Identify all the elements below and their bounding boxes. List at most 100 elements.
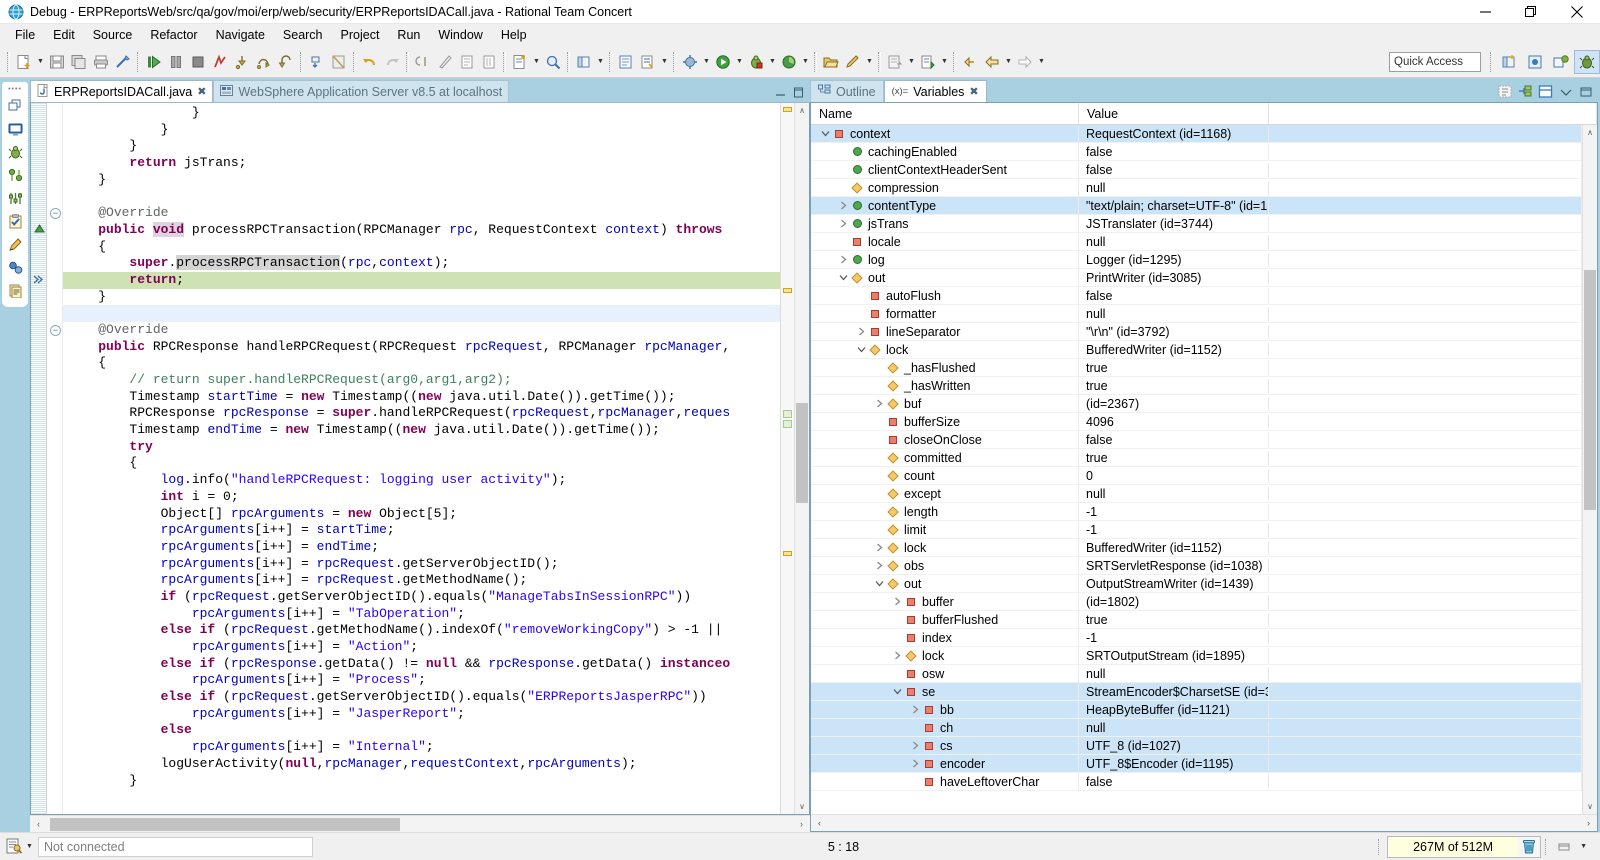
dropdown-arrow-icon[interactable]: ▼ — [939, 51, 950, 73]
java-source-editor[interactable]: −− } } } return jsTrans; } @Override pub… — [30, 102, 810, 815]
code-line[interactable]: Timestamp endTime = new Timestamp((new j… — [63, 422, 780, 439]
scroll-left-icon[interactable]: ‹ — [811, 818, 828, 828]
dropdown-arrow-icon[interactable]: ▼ — [531, 51, 542, 73]
variable-name-cell[interactable]: bufferFlushed — [811, 611, 1079, 629]
overview-warning-marker[interactable] — [783, 107, 792, 112]
code-line[interactable]: rpcArguments[i++] = "Action"; — [63, 639, 780, 656]
variable-value-cell[interactable]: null — [1079, 307, 1269, 321]
variable-value-cell[interactable]: false — [1079, 433, 1269, 447]
variable-row[interactable]: index-1 — [811, 629, 1582, 647]
perspective-debug[interactable] — [1574, 50, 1600, 74]
code-line[interactable]: Object[] rpcArguments = new Object[5]; — [63, 506, 780, 523]
chevron-down-icon[interactable]: ▼ — [24, 843, 38, 850]
dropdown-arrow-icon[interactable]: ▼ — [659, 51, 670, 73]
toggle-whitespace-icon[interactable] — [478, 51, 500, 73]
perspective-work-items[interactable] — [1522, 50, 1548, 74]
toolbar-group-grip[interactable] — [953, 52, 956, 72]
code-line[interactable]: else — [63, 722, 780, 739]
variable-name-cell[interactable]: autoFlush — [811, 287, 1079, 305]
variable-name-cell[interactable]: obs — [811, 557, 1079, 575]
toolbar-group-grip[interactable] — [7, 52, 10, 72]
open-perspective-button[interactable] — [1496, 50, 1522, 74]
variable-name-cell[interactable]: clientContextHeaderSent — [811, 161, 1079, 179]
variable-row[interactable]: limit-1 — [811, 521, 1582, 539]
code-line[interactable]: RPCResponse rpcResponse = super.handleRP… — [63, 405, 780, 422]
variable-row[interactable]: committedtrue — [811, 449, 1582, 467]
code-line[interactable]: @Override — [63, 322, 780, 339]
step-into-icon[interactable] — [231, 51, 253, 73]
code-line[interactable]: Timestamp startTime = new Timestamp((new… — [63, 389, 780, 406]
variable-row[interactable]: haveLeftoverCharfalse — [811, 773, 1582, 791]
variable-row[interactable]: closeOnClosefalse — [811, 431, 1582, 449]
variables-row-container[interactable]: contextRequestContext (id=1168)cachingEn… — [811, 125, 1582, 814]
variable-value-cell[interactable]: 4096 — [1079, 415, 1269, 429]
variable-name-cell[interactable]: _hasWritten — [811, 377, 1079, 395]
variable-row[interactable]: localenull — [811, 233, 1582, 251]
chevron-down-icon-2[interactable]: ▼ — [1578, 843, 1592, 850]
scroll-right-icon[interactable]: › — [1580, 818, 1597, 828]
variable-row[interactable]: autoFlushfalse — [811, 287, 1582, 305]
toolbar-group-grip[interactable] — [673, 52, 676, 72]
fastview-expressions-icon[interactable] — [5, 257, 25, 277]
open-folder-icon[interactable] — [820, 51, 842, 73]
code-line[interactable]: rpcArguments[i++] = "Internal"; — [63, 739, 780, 756]
variable-name-cell[interactable]: bb — [811, 701, 1079, 719]
perspective-java-ee[interactable] — [1548, 50, 1574, 74]
menu-search[interactable]: Search — [274, 26, 332, 44]
variable-name-cell[interactable]: buf — [811, 395, 1079, 413]
fastview-markers-icon[interactable] — [5, 234, 25, 254]
variable-name-cell[interactable]: formatter — [811, 305, 1079, 323]
editor-folding-gutter[interactable]: −− — [47, 103, 63, 814]
menu-window[interactable]: Window — [429, 26, 491, 44]
heap-usage-bar[interactable]: 267M of 512M — [1388, 837, 1518, 857]
suspend-icon[interactable] — [165, 51, 187, 73]
variable-value-cell[interactable]: null — [1079, 235, 1269, 249]
variable-name-cell[interactable]: haveLeftoverChar — [811, 773, 1079, 791]
vscroll-thumb[interactable] — [1584, 270, 1596, 510]
minimize-button[interactable] — [1462, 0, 1508, 24]
variable-row[interactable]: encoderUTF_8$Encoder (id=1195) — [811, 755, 1582, 773]
save-icon[interactable] — [46, 51, 68, 73]
variable-name-cell[interactable]: lineSeparator — [811, 323, 1079, 341]
variable-name-cell[interactable]: compression — [811, 179, 1079, 197]
dropdown-arrow-icon[interactable]: ▼ — [701, 51, 712, 73]
variable-row[interactable]: _hasWrittentrue — [811, 377, 1582, 395]
code-line[interactable]: rpcArguments[i++] = "Process"; — [63, 672, 780, 689]
menu-file[interactable]: File — [6, 26, 44, 44]
fastview-tasks-icon[interactable] — [5, 211, 25, 231]
menu-run[interactable]: Run — [388, 26, 429, 44]
editor-horizontal-scrollbar[interactable]: ‹ › — [30, 815, 810, 832]
toggle-marker-icon[interactable] — [112, 51, 134, 73]
chevron-down-icon[interactable] — [855, 345, 868, 354]
dropdown-arrow-icon[interactable]: ▼ — [1036, 51, 1047, 73]
close-button[interactable] — [1554, 0, 1600, 24]
new-wizard-icon[interactable] — [13, 51, 35, 73]
variable-name-cell[interactable]: lock — [811, 539, 1079, 557]
variable-row[interactable]: lockBufferedWriter (id=1152) — [811, 341, 1582, 359]
dropdown-arrow-icon[interactable]: ▼ — [595, 51, 606, 73]
publish-icon[interactable] — [917, 51, 939, 73]
annotation-icon[interactable] — [434, 51, 456, 73]
variable-row[interactable]: lineSeparator"\r\n" (id=3792) — [811, 323, 1582, 341]
deploy-icon[interactable] — [884, 51, 906, 73]
rtc-connect-icon[interactable] — [4, 837, 24, 857]
code-line[interactable]: public void processRPCTransaction(RPCMan… — [63, 222, 780, 239]
variable-name-cell[interactable]: log — [811, 251, 1079, 269]
variable-value-cell[interactable]: (id=2367) — [1079, 397, 1269, 411]
variable-name-cell[interactable]: committed — [811, 449, 1079, 467]
overview-warning-marker[interactable] — [783, 288, 792, 293]
scroll-up-icon[interactable]: ∧ — [795, 103, 809, 118]
variable-value-cell[interactable]: false — [1079, 145, 1269, 159]
code-line[interactable]: } — [63, 105, 780, 122]
variable-name-cell[interactable]: out — [811, 575, 1079, 593]
variable-row[interactable]: bbHeapByteBuffer (id=1121) — [811, 701, 1582, 719]
variable-name-cell[interactable]: encoder — [811, 755, 1079, 773]
fast-view-grip[interactable]: •••• — [7, 86, 23, 93]
menu-edit[interactable]: Edit — [44, 26, 84, 44]
code-line[interactable]: else if (rpcRequest.getMethodName().inde… — [63, 622, 780, 639]
variable-name-cell[interactable]: index — [811, 629, 1079, 647]
scroll-right-icon[interactable]: › — [793, 819, 810, 829]
debug-icon[interactable] — [745, 51, 767, 73]
terminate-icon[interactable] — [187, 51, 209, 73]
chevron-right-icon[interactable] — [873, 561, 886, 570]
